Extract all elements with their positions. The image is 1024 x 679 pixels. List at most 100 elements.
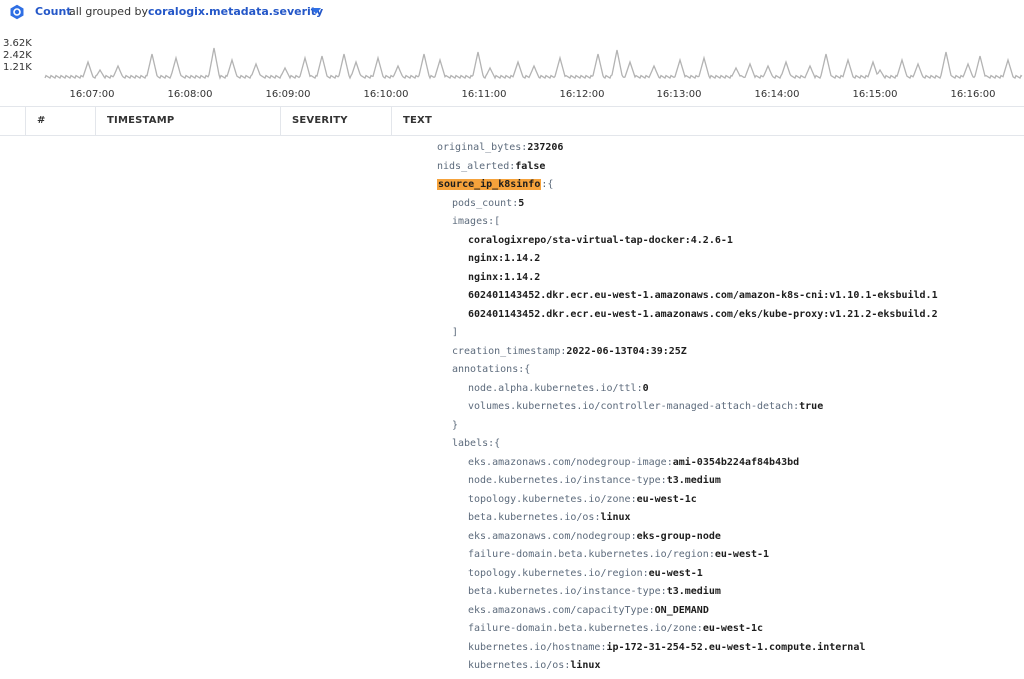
log-count-histogram[interactable]: 3.62K 2.42K 1.21K 16:07:00 16:08:00 16:0… <box>0 26 1024 106</box>
json-key[interactable]: eks.amazonaws.com/nodegroup-image <box>468 457 667 468</box>
json-line[interactable]: beta.kubernetes.io/instance-type:t3.medi… <box>468 583 721 601</box>
column-header-number[interactable]: # <box>37 107 46 135</box>
json-value[interactable]: ON_DEMAND <box>655 605 709 616</box>
json-line[interactable]: beta.kubernetes.io/os:linux <box>468 509 631 527</box>
json-value[interactable]: t3.medium <box>667 475 721 486</box>
json-key[interactable]: node.kubernetes.io/instance-type <box>468 475 661 486</box>
json-line[interactable]: original_bytes:237206 <box>437 139 563 157</box>
json-bracket: ] <box>452 327 459 338</box>
json-value[interactable]: 237206 <box>527 142 563 153</box>
query-bar: Count all grouped by coralogix.metadata.… <box>0 0 1024 26</box>
json-key[interactable]: topology.kubernetes.io/zone <box>468 494 631 505</box>
json-key[interactable]: beta.kubernetes.io/os <box>468 512 594 523</box>
query-settings-icon[interactable] <box>9 4 25 20</box>
json-line[interactable]: coralogixrepo/sta-virtual-tap-docker:4.2… <box>468 232 733 250</box>
json-value[interactable]: 2022-06-13T04:39:25Z <box>566 346 686 357</box>
json-line[interactable]: 602401143452.dkr.ecr.eu-west-1.amazonaws… <box>468 287 938 305</box>
json-key[interactable]: labels <box>452 438 488 449</box>
json-value[interactable]: linux <box>600 512 630 523</box>
histogram-sparkline[interactable] <box>0 26 1024 86</box>
json-line[interactable]: failure-domain.beta.kubernetes.io/zone:e… <box>468 620 763 638</box>
json-line[interactable]: eks.amazonaws.com/capacityType:ON_DEMAND <box>468 602 709 620</box>
json-key[interactable]: beta.kubernetes.io/instance-type <box>468 586 661 597</box>
json-value[interactable]: 602401143452.dkr.ecr.eu-west-1.amazonaws… <box>468 309 938 320</box>
json-line[interactable]: topology.kubernetes.io/region:eu-west-1 <box>468 565 703 583</box>
json-key[interactable]: eks.amazonaws.com/nodegroup <box>468 531 631 542</box>
json-key[interactable]: volumes.kubernetes.io/controller-managed… <box>468 401 793 412</box>
json-key[interactable]: kubernetes.io/hostname <box>468 642 600 653</box>
json-line[interactable]: kubernetes.io/hostname:ip-172-31-254-52.… <box>468 639 865 657</box>
aggregation-count-link[interactable]: Count <box>35 5 72 18</box>
x-tick-label: 16:14:00 <box>754 89 800 100</box>
x-tick-label: 16:12:00 <box>559 89 605 100</box>
json-value[interactable]: 602401143452.dkr.ecr.eu-west-1.amazonaws… <box>468 290 938 301</box>
json-key[interactable]: topology.kubernetes.io/region <box>468 568 643 579</box>
json-key[interactable]: source_ip_k8sinfo <box>437 179 542 190</box>
json-line[interactable]: } <box>452 417 458 435</box>
column-divider[interactable] <box>280 107 281 135</box>
column-divider[interactable] <box>391 107 392 135</box>
json-line[interactable]: nginx:1.14.2 <box>468 250 540 268</box>
json-value[interactable]: 5 <box>518 198 524 209</box>
column-header-text[interactable]: TEXT <box>403 107 432 135</box>
json-value[interactable]: eu-west-1 <box>715 549 769 560</box>
json-value[interactable]: linux <box>570 660 600 671</box>
json-line[interactable]: creation_timestamp:2022-06-13T04:39:25Z <box>452 343 687 361</box>
json-value[interactable]: ami-0354b224af84b43bd <box>673 457 799 468</box>
json-value[interactable]: nginx:1.14.2 <box>468 253 540 264</box>
json-line[interactable]: volumes.kubernetes.io/controller-managed… <box>468 398 823 416</box>
json-key[interactable]: creation_timestamp <box>452 346 560 357</box>
json-value[interactable]: coralogixrepo/sta-virtual-tap-docker:4.2… <box>468 235 733 246</box>
json-line[interactable]: images:[ <box>452 213 500 231</box>
json-line[interactable]: annotations:{ <box>452 361 530 379</box>
column-divider[interactable] <box>95 107 96 135</box>
group-by-text: all grouped by <box>69 5 149 18</box>
json-value[interactable]: ip-172-31-254-52.eu-west-1.compute.inter… <box>606 642 865 653</box>
log-detail-view: original_bytes:237206 nids_alerted:false s… <box>0 135 1024 679</box>
json-key[interactable]: original_bytes <box>437 142 521 153</box>
json-value[interactable]: 0 <box>643 383 649 394</box>
json-bracket: } <box>452 419 459 431</box>
json-line[interactable]: nids_alerted:false <box>437 158 545 176</box>
json-line[interactable]: eks.amazonaws.com/nodegroup:eks-group-no… <box>468 528 721 546</box>
json-line[interactable]: failure-domain.beta.kubernetes.io/region… <box>468 546 769 564</box>
json-value[interactable]: t3.medium <box>667 586 721 597</box>
histogram-line[interactable] <box>44 47 1023 80</box>
json-line[interactable]: topology.kubernetes.io/zone:eu-west-1c <box>468 491 697 509</box>
json-value[interactable]: eu-west-1c <box>703 623 763 634</box>
json-line[interactable]: pods_count:5 <box>452 195 524 213</box>
json-key[interactable]: pods_count <box>452 198 512 209</box>
json-value[interactable]: eu-west-1 <box>649 568 703 579</box>
column-header-timestamp[interactable]: TIMESTAMP <box>107 107 174 135</box>
json-line[interactable]: eks.amazonaws.com/nodegroup-image:ami-03… <box>468 454 799 472</box>
json-key[interactable]: nids_alerted <box>437 161 509 172</box>
json-line[interactable]: source_ip_k8sinfo:{ <box>437 176 553 194</box>
json-value[interactable]: nginx:1.14.2 <box>468 272 540 283</box>
json-bracket: { <box>547 179 554 190</box>
json-line[interactable]: kubernetes.io/os:linux <box>468 657 600 675</box>
json-key[interactable]: failure-domain.beta.kubernetes.io/zone <box>468 623 697 634</box>
json-value[interactable]: eu-west-1c <box>637 494 697 505</box>
json-key[interactable]: kubernetes.io/os <box>468 660 564 671</box>
json-bracket: [ <box>494 216 501 227</box>
chevron-down-icon[interactable] <box>309 4 323 18</box>
json-line[interactable]: node.alpha.kubernetes.io/ttl:0 <box>468 380 649 398</box>
json-line[interactable]: nginx:1.14.2 <box>468 269 540 287</box>
json-key[interactable]: images <box>452 216 488 227</box>
json-key[interactable]: annotations <box>452 364 518 375</box>
json-line[interactable]: labels:{ <box>452 435 500 453</box>
json-key[interactable]: failure-domain.beta.kubernetes.io/region <box>468 549 709 560</box>
group-by-field-link[interactable]: coralogix.metadata.severity <box>148 5 323 18</box>
json-line[interactable]: ] <box>452 324 458 342</box>
json-value[interactable]: eks-group-node <box>637 531 721 542</box>
x-tick-label: 16:13:00 <box>656 89 702 100</box>
json-key[interactable]: eks.amazonaws.com/capacityType <box>468 605 649 616</box>
json-bracket: { <box>524 364 531 375</box>
json-line[interactable]: 602401143452.dkr.ecr.eu-west-1.amazonaws… <box>468 306 938 324</box>
json-key[interactable]: node.alpha.kubernetes.io/ttl <box>468 383 637 394</box>
json-line[interactable]: node.kubernetes.io/instance-type:t3.medi… <box>468 472 721 490</box>
x-tick-label: 16:09:00 <box>265 89 311 100</box>
column-header-severity[interactable]: SEVERITY <box>292 107 348 135</box>
json-value[interactable]: false <box>515 161 545 172</box>
json-value[interactable]: true <box>799 401 823 412</box>
